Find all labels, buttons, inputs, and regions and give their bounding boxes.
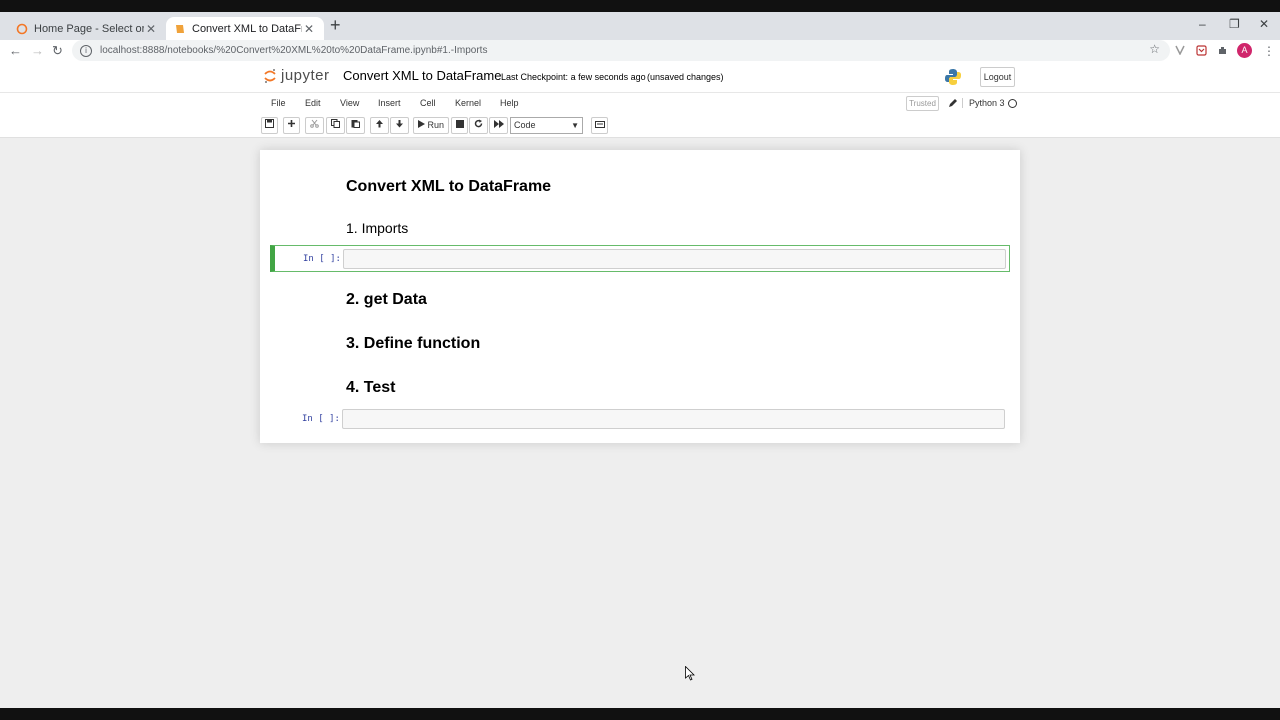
restore-button[interactable]: ❐ — [1229, 17, 1240, 31]
bottom-border — [0, 708, 1280, 720]
cut-button[interactable] — [305, 117, 324, 134]
tab-title: Home Page - Select or create a n — [34, 22, 144, 35]
jupyter-logo-icon — [264, 68, 276, 83]
cell-type-value: Code — [514, 120, 536, 130]
paste-button[interactable] — [346, 117, 365, 134]
url-text: localhost:8888/notebooks/%20Convert%20XM… — [100, 45, 488, 56]
code-cell[interactable]: In [ ]: — [270, 406, 1010, 433]
puzzle-icon[interactable] — [1217, 45, 1228, 56]
move-down-button[interactable] — [390, 117, 409, 134]
code-cell-selected[interactable]: In [ ]: — [270, 245, 1010, 272]
insert-cell-button[interactable] — [283, 117, 300, 134]
menu-file[interactable]: File — [271, 98, 286, 108]
copy-button[interactable] — [326, 117, 345, 134]
menu-kernel[interactable]: Kernel — [455, 98, 481, 108]
stop-icon — [455, 120, 464, 128]
menubar: File Edit View Insert Cell Kernel Help T… — [0, 92, 1280, 114]
unsaved-indicator: (unsaved changes) — [647, 72, 724, 82]
jupyter-favicon-icon — [16, 23, 28, 34]
extension-v-icon[interactable] — [1175, 45, 1185, 55]
restart-button[interactable] — [469, 117, 488, 134]
menu-view[interactable]: View — [340, 98, 359, 108]
cell-type-select[interactable]: Code ▼ — [510, 117, 583, 134]
kernel-idle-indicator — [1008, 99, 1017, 108]
copy-icon — [331, 119, 340, 128]
jupyter-header: jupyter Convert XML to DataFrame Last Ch… — [0, 62, 1280, 92]
notebook-favicon-icon — [176, 24, 184, 33]
markdown-cell-title[interactable]: Convert XML to DataFrame — [346, 178, 551, 196]
tab-home[interactable]: Home Page - Select or create a n ✕ — [8, 17, 166, 40]
window-close-button[interactable]: ✕ — [1259, 17, 1269, 31]
code-input[interactable] — [343, 249, 1006, 269]
markdown-cell-define-function[interactable]: 3. Define function — [346, 335, 480, 353]
address-bar[interactable]: i localhost:8888/notebooks/%20Convert%20… — [72, 40, 1170, 61]
jupyter-logo[interactable]: jupyter — [263, 67, 330, 84]
toolbar: Run — [0, 114, 1280, 138]
command-palette-button[interactable] — [591, 117, 608, 134]
paste-icon — [351, 120, 360, 128]
interrupt-button[interactable] — [451, 117, 468, 134]
avatar[interactable]: A — [1237, 43, 1252, 58]
minimize-button[interactable]: – — [1199, 17, 1206, 31]
menu-insert[interactable]: Insert — [378, 98, 401, 108]
tab-title: Convert XML to DataFrame - Jup — [192, 22, 302, 35]
save-icon — [265, 119, 274, 128]
kernel-name[interactable]: Python 3 — [962, 98, 1005, 108]
info-icon[interactable]: i — [80, 44, 92, 57]
tab-strip: Home Page - Select or create a n ✕ Conve… — [0, 12, 1280, 40]
run-label: Run — [427, 120, 445, 130]
menu-edit[interactable]: Edit — [305, 98, 321, 108]
back-button[interactable]: ← — [9, 43, 22, 59]
notebook-title[interactable]: Convert XML to DataFrame — [343, 68, 501, 83]
tab-notebook[interactable]: Convert XML to DataFrame - Jup ✕ — [166, 17, 324, 40]
arrow-up-icon — [376, 120, 383, 128]
close-icon[interactable]: ✕ — [302, 22, 316, 36]
top-border — [0, 0, 1280, 12]
forward-button[interactable]: → — [31, 43, 44, 59]
menu-cell[interactable]: Cell — [420, 98, 436, 108]
jupyter-wordmark: jupyter — [281, 67, 330, 84]
pencil-icon[interactable] — [948, 98, 958, 108]
address-row: ← → ↻ i localhost:8888/notebooks/%20Conv… — [0, 40, 1280, 62]
reload-button[interactable]: ↻ — [52, 43, 63, 59]
arrow-down-icon — [396, 120, 403, 128]
keyboard-icon — [594, 121, 605, 128]
screen: Home Page - Select or create a n ✕ Conve… — [0, 0, 1280, 720]
python-logo-icon — [945, 69, 961, 85]
restart-run-all-button[interactable] — [489, 117, 508, 134]
close-icon[interactable]: ✕ — [144, 22, 158, 36]
plus-icon — [288, 120, 295, 127]
save-button[interactable] — [261, 117, 278, 134]
logout-button[interactable]: Logout — [980, 67, 1015, 87]
cell-prompt: In [ ]: — [303, 254, 341, 264]
markdown-cell-get-data[interactable]: 2. get Data — [346, 291, 427, 309]
browser-menu-icon[interactable]: ⋮ — [1263, 44, 1275, 58]
scissors-icon — [310, 119, 319, 128]
restart-icon — [474, 119, 483, 128]
star-icon[interactable]: ☆ — [1149, 42, 1160, 56]
cell-prompt: In [ ]: — [302, 414, 340, 424]
chevron-down-icon: ▼ — [571, 121, 579, 130]
checkpoint-time: a few seconds ago — [570, 72, 646, 82]
markdown-cell-test[interactable]: 4. Test — [346, 379, 396, 397]
fast-forward-icon — [493, 120, 504, 128]
checkpoint-status: Last Checkpoint: a few seconds ago — [501, 72, 646, 82]
code-input[interactable] — [342, 409, 1005, 429]
trusted-badge[interactable]: Trusted — [906, 96, 939, 111]
markdown-cell-imports[interactable]: 1. Imports — [346, 220, 408, 236]
move-up-button[interactable] — [370, 117, 389, 134]
menu-help[interactable]: Help — [500, 98, 519, 108]
mouse-cursor-icon — [685, 666, 695, 681]
run-button[interactable]: Run — [413, 117, 449, 134]
play-icon — [417, 120, 425, 128]
pocket-icon[interactable] — [1196, 45, 1207, 56]
new-tab-button[interactable]: + — [330, 16, 341, 34]
notebook-container: Convert XML to DataFrame 1. Imports In [… — [260, 150, 1020, 443]
checkpoint-label: Last Checkpoint: — [501, 72, 569, 82]
